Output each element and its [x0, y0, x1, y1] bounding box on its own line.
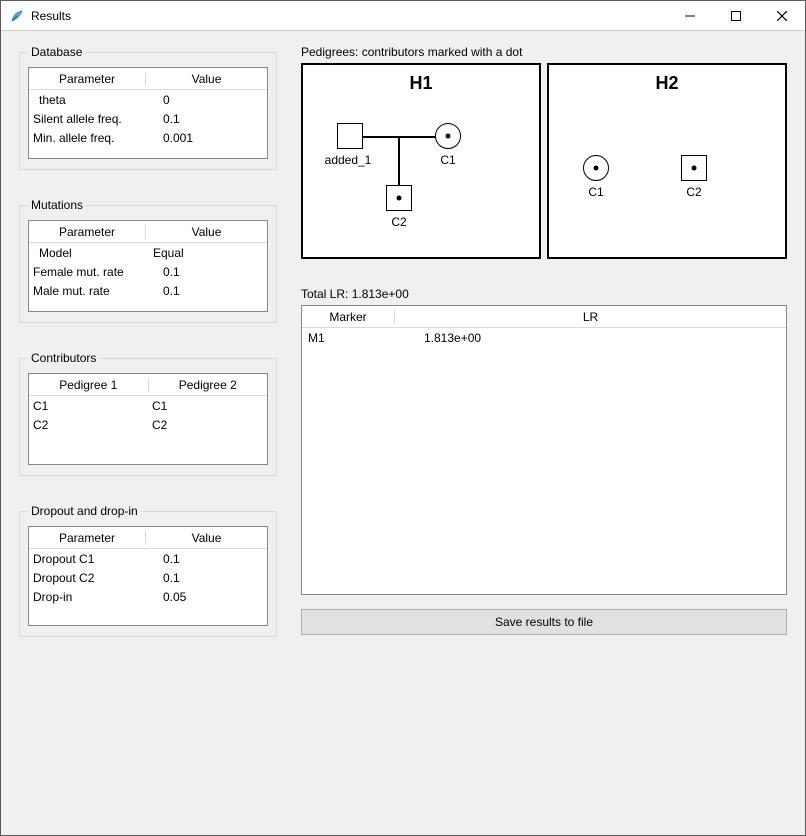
- cell-value: 0: [145, 93, 267, 107]
- node-circle-icon: [583, 155, 609, 181]
- table-row: Dropout C2 0.1: [29, 568, 267, 587]
- results-window: Results Database Parameter Value: [0, 0, 806, 836]
- node-label-c1: C1: [435, 153, 461, 167]
- table-row: Male mut. rate 0.1: [29, 281, 267, 300]
- cell-value: Equal: [145, 246, 267, 260]
- node-circle-icon: [435, 123, 461, 149]
- cell-param: Silent allele freq.: [29, 112, 145, 126]
- cell-param: Dropout C1: [29, 552, 145, 566]
- cell-ped2: C1: [148, 399, 267, 413]
- window-title: Results: [31, 9, 71, 23]
- col-header-parameter: Parameter: [29, 72, 145, 86]
- node-label-added1: added_1: [317, 153, 379, 167]
- cell-ped1: C1: [29, 399, 148, 413]
- col-header-lr: LR: [394, 310, 786, 324]
- cell-param: Female mut. rate: [29, 265, 145, 279]
- cell-value: 0.1: [145, 571, 267, 585]
- cell-param: theta: [29, 93, 145, 107]
- maximize-button[interactable]: [713, 1, 759, 31]
- table-row: Silent allele freq. 0.1: [29, 109, 267, 128]
- node-square-icon: [681, 155, 707, 181]
- cell-ped2: C2: [148, 418, 267, 432]
- pedigree-h2-box: H2 C1 C2: [547, 63, 787, 259]
- cell-value: 0.1: [145, 284, 267, 298]
- total-lr-label: Total LR: 1.813e+00: [301, 287, 787, 301]
- cell-value: 0.1: [145, 552, 267, 566]
- connector-line: [398, 136, 400, 185]
- cell-value: 0.1: [145, 265, 267, 279]
- col-header-pedigree2: Pedigree 2: [148, 378, 268, 392]
- table-row: Min. allele freq. 0.001: [29, 128, 267, 147]
- cell-param: Male mut. rate: [29, 284, 145, 298]
- col-header-pedigree1: Pedigree 1: [29, 378, 148, 392]
- table-row: Drop-in 0.05: [29, 587, 267, 606]
- database-group: Database Parameter Value theta 0 Silent …: [19, 45, 277, 170]
- cell-value: 0.05: [145, 590, 267, 604]
- database-table: Parameter Value theta 0 Silent allele fr…: [28, 67, 268, 159]
- cell-ped1: C2: [29, 418, 148, 432]
- mutations-legend: Mutations: [28, 198, 86, 212]
- cell-value: 0.001: [145, 131, 267, 145]
- contributors-legend: Contributors: [28, 351, 99, 365]
- contributors-table: Pedigree 1 Pedigree 2 C1 C1 C2 C2: [28, 373, 268, 465]
- col-header-value: Value: [145, 72, 267, 86]
- save-results-button[interactable]: Save results to file: [301, 609, 787, 635]
- mutations-table: Parameter Value Model Equal Female mut. …: [28, 220, 268, 312]
- col-header-parameter: Parameter: [29, 225, 145, 239]
- cell-param: Min. allele freq.: [29, 131, 145, 145]
- node-square-icon: [386, 185, 412, 211]
- save-results-label: Save results to file: [495, 615, 593, 629]
- col-header-value: Value: [145, 225, 267, 239]
- pedigree-h1-box: H1 added_1 C1 C2: [301, 63, 541, 259]
- cell-value: 0.1: [145, 112, 267, 126]
- dropout-table: Parameter Value Dropout C1 0.1 Dropout C…: [28, 526, 268, 626]
- app-icon: [9, 8, 25, 24]
- pedigree-h1-title: H1: [303, 73, 539, 94]
- dropout-group: Dropout and drop-in Parameter Value Drop…: [19, 504, 277, 637]
- titlebar: Results: [1, 1, 805, 31]
- table-row: C1 C1: [29, 396, 267, 415]
- node-label-c1: C1: [583, 185, 609, 199]
- cell-param: Model: [29, 246, 145, 260]
- node-square-icon: [337, 123, 363, 149]
- database-legend: Database: [28, 45, 85, 59]
- table-row: Dropout C1 0.1: [29, 549, 267, 568]
- table-row: C2 C2: [29, 415, 267, 434]
- cell-marker: M1: [302, 331, 394, 345]
- table-row: Female mut. rate 0.1: [29, 262, 267, 281]
- table-row: M1 1.813e+00: [302, 328, 786, 347]
- dropout-legend: Dropout and drop-in: [28, 504, 141, 518]
- mutations-group: Mutations Parameter Value Model Equal Fe…: [19, 198, 277, 323]
- cell-param: Dropout C2: [29, 571, 145, 585]
- table-row: Model Equal: [29, 243, 267, 262]
- lr-table: Marker LR M1 1.813e+00: [301, 305, 787, 595]
- cell-param: Drop-in: [29, 590, 145, 604]
- pedigree-h2-title: H2: [549, 73, 785, 94]
- minimize-button[interactable]: [667, 1, 713, 31]
- node-label-c2: C2: [681, 185, 707, 199]
- col-header-marker: Marker: [302, 310, 394, 324]
- node-label-c2: C2: [386, 215, 412, 229]
- pedigrees-label: Pedigrees: contributors marked with a do…: [301, 45, 787, 59]
- col-header-parameter: Parameter: [29, 531, 145, 545]
- cell-lr: 1.813e+00: [394, 331, 786, 345]
- contributors-group: Contributors Pedigree 1 Pedigree 2 C1 C1…: [19, 351, 277, 476]
- col-header-value: Value: [145, 531, 267, 545]
- table-row: theta 0: [29, 90, 267, 109]
- close-button[interactable]: [759, 1, 805, 31]
